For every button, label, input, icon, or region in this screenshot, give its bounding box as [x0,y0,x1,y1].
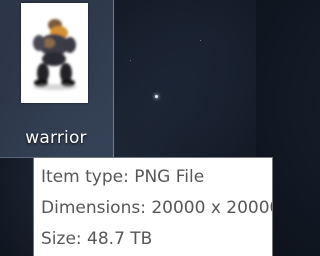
file-name-label: warrior [25,128,87,148]
star-decoration [200,40,201,41]
tooltip-size: Size: 48.7 TB [41,229,153,249]
file-info-tooltip: Item type: PNG File Dimensions: 20000 x … [33,157,273,256]
tooltip-item-type: Item type: PNG File [41,167,205,187]
warrior-thumbnail-icon [21,3,88,103]
desktop-file-icon-warrior[interactable]: warrior [0,0,114,158]
tooltip-dimensions: Dimensions: 20000 x 20000 [41,198,273,218]
star-decoration [155,95,158,98]
star-decoration [130,60,131,61]
